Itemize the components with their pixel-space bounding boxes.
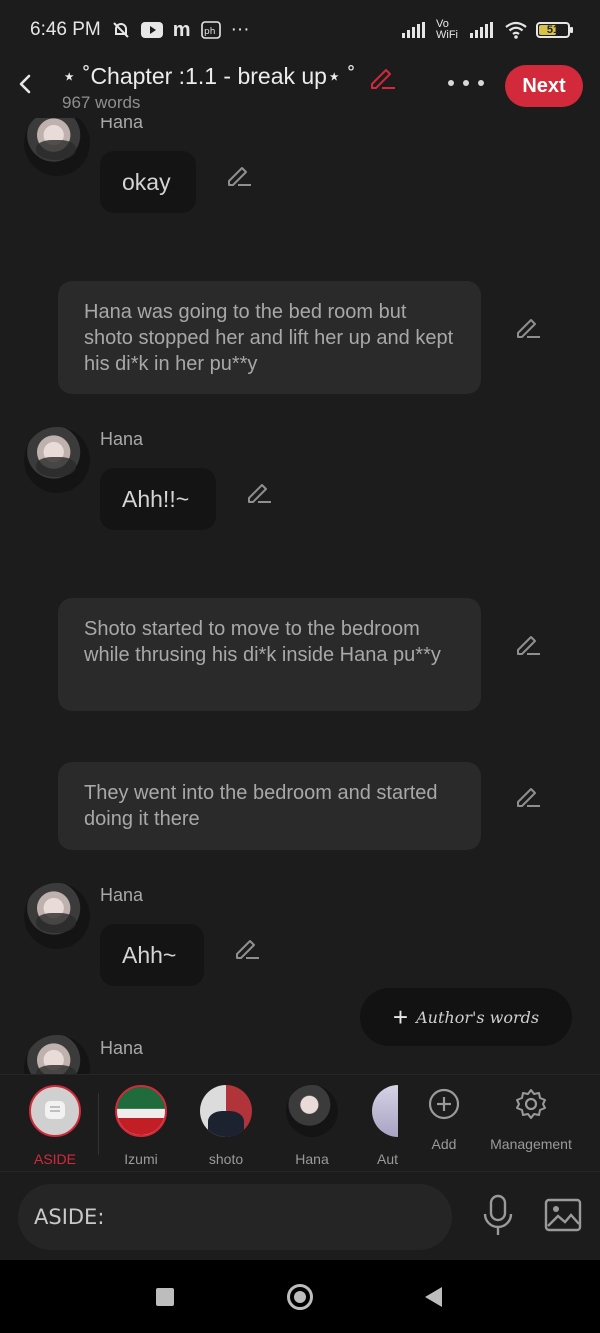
mute-bell-icon	[111, 20, 131, 40]
dialog-text: Ahh!!~	[122, 485, 190, 512]
vowifi-label: Vo WiFi	[436, 18, 458, 41]
narration-text: They went into the bedroom and started d…	[84, 782, 438, 830]
back-triangle-icon[interactable]	[425, 1287, 442, 1307]
hana-avatar[interactable]	[24, 883, 90, 949]
input-bar: ASIDE:	[0, 1172, 600, 1260]
dialog-text: Ahh~	[122, 941, 177, 968]
add-character-button[interactable]: Add	[420, 1087, 468, 1152]
hana-avatar[interactable]	[24, 1035, 90, 1074]
microphone-icon[interactable]	[480, 1194, 516, 1238]
authors-words-button[interactable]: + Author's words	[360, 988, 572, 1046]
input-placeholder: ASIDE:	[34, 1205, 105, 1229]
narration-bubble[interactable]: Shoto started to move to the bedroom whi…	[58, 598, 481, 711]
status-bar: 6:46 PM m ph ··· Vo WiFi 51	[0, 0, 600, 60]
character-label: Aut	[376, 1151, 398, 1167]
dialog-bubble[interactable]: Ahh!!~	[100, 468, 216, 530]
character-aside[interactable]: ASIDE	[20, 1085, 90, 1167]
hana-avatar[interactable]	[24, 427, 90, 493]
messenger-m-icon: m	[172, 18, 191, 41]
edit-message-icon[interactable]	[515, 314, 541, 340]
hana-avatar[interactable]	[24, 118, 90, 176]
edit-message-icon[interactable]	[226, 162, 252, 188]
signal-2-icon	[470, 22, 496, 38]
character-hana[interactable]: Hana	[277, 1085, 347, 1167]
speaker-name: Hana	[100, 1038, 144, 1058]
narration-bubble[interactable]: They went into the bedroom and started d…	[58, 762, 481, 850]
authors-words-label: Author's words	[416, 1007, 540, 1027]
divider	[98, 1093, 99, 1155]
battery-icon: 51	[536, 22, 573, 38]
gear-icon	[514, 1089, 548, 1125]
management-button[interactable]: Management	[486, 1087, 576, 1152]
edit-title-icon[interactable]	[368, 64, 396, 90]
izumi-avatar	[115, 1085, 167, 1137]
character-izumi[interactable]: Izumi	[106, 1085, 176, 1167]
svg-text:ph: ph	[204, 27, 215, 37]
character-label: Izumi	[124, 1151, 158, 1167]
speaker-name: Hana	[100, 429, 144, 449]
character-label: Hana	[295, 1151, 329, 1167]
add-label: Add	[431, 1136, 457, 1152]
aut-avatar	[372, 1085, 398, 1137]
character-aut[interactable]: Aut	[352, 1085, 398, 1167]
add-circle-icon	[427, 1088, 461, 1125]
management-label: Management	[490, 1136, 572, 1152]
wifi-icon	[504, 21, 528, 39]
more-options-button[interactable]	[448, 72, 484, 94]
dialog-bubble[interactable]: okay	[100, 151, 196, 213]
dialog-bubble[interactable]: Ahh~	[100, 924, 204, 986]
battery-level: 51	[546, 24, 560, 36]
edit-message-icon[interactable]	[234, 935, 260, 961]
edit-message-icon[interactable]	[515, 631, 541, 657]
character-label: ASIDE	[33, 1151, 76, 1167]
next-button[interactable]: Next	[505, 65, 583, 107]
message-input[interactable]: ASIDE:	[18, 1184, 452, 1250]
dialog-text: okay	[122, 168, 171, 195]
hana-avatar	[286, 1085, 338, 1137]
recent-apps-icon[interactable]	[156, 1288, 174, 1306]
back-button[interactable]	[14, 72, 38, 96]
image-icon[interactable]	[544, 1198, 582, 1232]
status-time: 6:46 PM	[30, 19, 101, 40]
edit-message-icon[interactable]	[515, 783, 541, 809]
edit-message-icon[interactable]	[246, 479, 272, 505]
youtube-icon	[140, 22, 163, 38]
character-label: shoto	[208, 1151, 244, 1167]
character-bar: ASIDE Izumi shoto Hana Aut Add Managemen…	[0, 1074, 600, 1172]
shoto-avatar	[200, 1085, 252, 1137]
status-more: ···	[230, 19, 250, 40]
speaker-name: Hana	[100, 885, 144, 905]
home-icon[interactable]	[287, 1284, 313, 1310]
chat-area[interactable]: Hana okay Hana was going to the bed room…	[0, 118, 600, 1074]
chapter-header: ⋆ ˚Chapter :1.1 - break up⋆ ˚ 967 words …	[0, 60, 600, 118]
narration-bubble[interactable]: Hana was going to the bed room but shoto…	[58, 281, 481, 394]
narration-text: Shoto started to move to the bedroom whi…	[84, 618, 441, 666]
app-badge-icon: ph	[200, 21, 221, 39]
character-shoto[interactable]: shoto	[191, 1085, 261, 1167]
word-count: 967 words	[62, 93, 141, 112]
aside-chat-icon	[29, 1085, 81, 1137]
signal-icon	[402, 22, 428, 38]
narration-text: Hana was going to the bed room but shoto…	[84, 301, 454, 375]
speaker-name: Hana	[100, 118, 144, 132]
system-nav-bar	[0, 1260, 600, 1333]
chapter-title[interactable]: ⋆ ˚Chapter :1.1 - break up⋆ ˚	[62, 63, 355, 90]
plus-icon: +	[392, 1001, 409, 1032]
